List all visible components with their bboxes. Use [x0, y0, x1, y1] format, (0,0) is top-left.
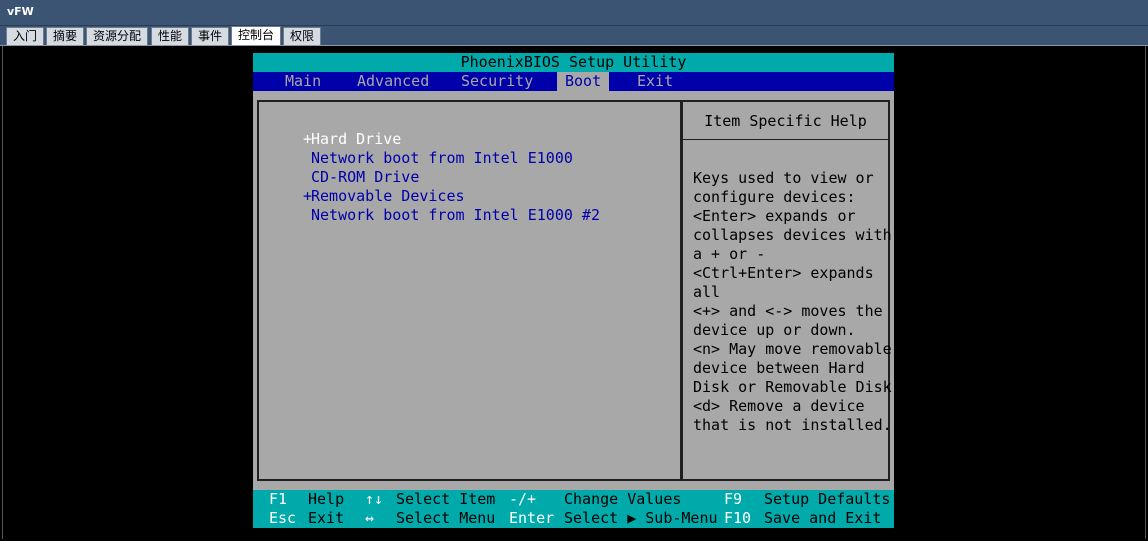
key-f10: F10	[724, 509, 752, 527]
key-esc: Esc	[269, 509, 297, 527]
key-f1: F1	[269, 490, 288, 508]
expand-marker: +	[303, 187, 313, 205]
key-f9: F9	[724, 490, 743, 508]
tab-console[interactable]: 控制台	[231, 26, 282, 45]
boot-item-cdrom[interactable]: CD-ROM Drive	[303, 168, 600, 187]
tab-permissions[interactable]: 权限	[283, 27, 322, 45]
tab-getting-started[interactable]: 入门	[6, 27, 45, 45]
window-title: vFW	[7, 5, 34, 18]
key-up-down: ↑↓	[365, 490, 384, 508]
boot-item-network-e1000-2[interactable]: Network boot from Intel E1000 #2	[303, 206, 600, 225]
tab-events[interactable]: 事件	[191, 27, 230, 45]
bios-menu-exit[interactable]: Exit	[629, 72, 681, 91]
bios-menu-main[interactable]: Main	[277, 72, 329, 91]
key-enter: Enter	[509, 509, 555, 527]
bios-screen[interactable]: PhoenixBIOS Setup Utility Main Advanced …	[253, 53, 894, 528]
window-titlebar: vFW	[0, 0, 1148, 26]
help-text: Keys used to view or configure devices: …	[693, 169, 892, 434]
key-enter-desc: Select ▶ Sub-Menu	[564, 509, 718, 527]
key-left-right: ↔	[365, 509, 375, 527]
tab-resource-allocation[interactable]: 资源分配	[86, 27, 149, 45]
boot-order-list: +Hard Drive Network boot from Intel E100…	[303, 130, 600, 225]
boot-order-panel: +Hard Drive Network boot from Intel E100…	[257, 100, 682, 481]
boot-item-label: Network boot from Intel E1000 #2	[311, 206, 600, 224]
boot-item-label: Hard Drive	[311, 130, 402, 148]
boot-item-label: Network boot from Intel E1000	[311, 149, 573, 167]
bios-menu-advanced[interactable]: Advanced	[349, 72, 437, 91]
key-f9-desc: Setup Defaults	[764, 490, 891, 508]
key-up-down-desc: Select Item	[396, 490, 496, 508]
key-minus-plus: -/+	[509, 490, 537, 508]
boot-item-label: CD-ROM Drive	[311, 168, 420, 186]
bios-title: PhoenixBIOS Setup Utility	[253, 53, 894, 72]
bios-key-legend: F1 Help ↑↓ Select Item -/+ Change Values…	[253, 490, 894, 528]
bios-menu-bar: Main Advanced Security Boot Exit	[253, 72, 894, 91]
key-f10-desc: Save and Exit	[764, 509, 882, 527]
tab-bar: 入门 摘要 资源分配 性能 事件 控制台 权限	[0, 26, 1148, 45]
boot-item-network-e1000[interactable]: Network boot from Intel E1000	[303, 149, 600, 168]
key-esc-desc: Exit	[308, 509, 345, 527]
item-help-panel: Item Specific Help Keys used to view or …	[681, 100, 892, 481]
expand-marker: +	[303, 130, 313, 148]
bios-menu-boot[interactable]: Boot	[557, 72, 610, 91]
key-left-right-desc: Select Menu	[396, 509, 496, 527]
help-title: Item Specific Help	[683, 102, 888, 140]
boot-item-removable-devices[interactable]: +Removable Devices	[303, 187, 600, 206]
boot-item-hard-drive[interactable]: +Hard Drive	[303, 130, 600, 149]
key-f1-desc: Help	[308, 490, 345, 508]
tab-performance[interactable]: 性能	[151, 27, 190, 45]
bios-menu-security[interactable]: Security	[453, 72, 541, 91]
key-minus-plus-desc: Change Values	[564, 490, 682, 508]
boot-item-label: Removable Devices	[311, 187, 465, 205]
tab-summary[interactable]: 摘要	[46, 27, 85, 45]
